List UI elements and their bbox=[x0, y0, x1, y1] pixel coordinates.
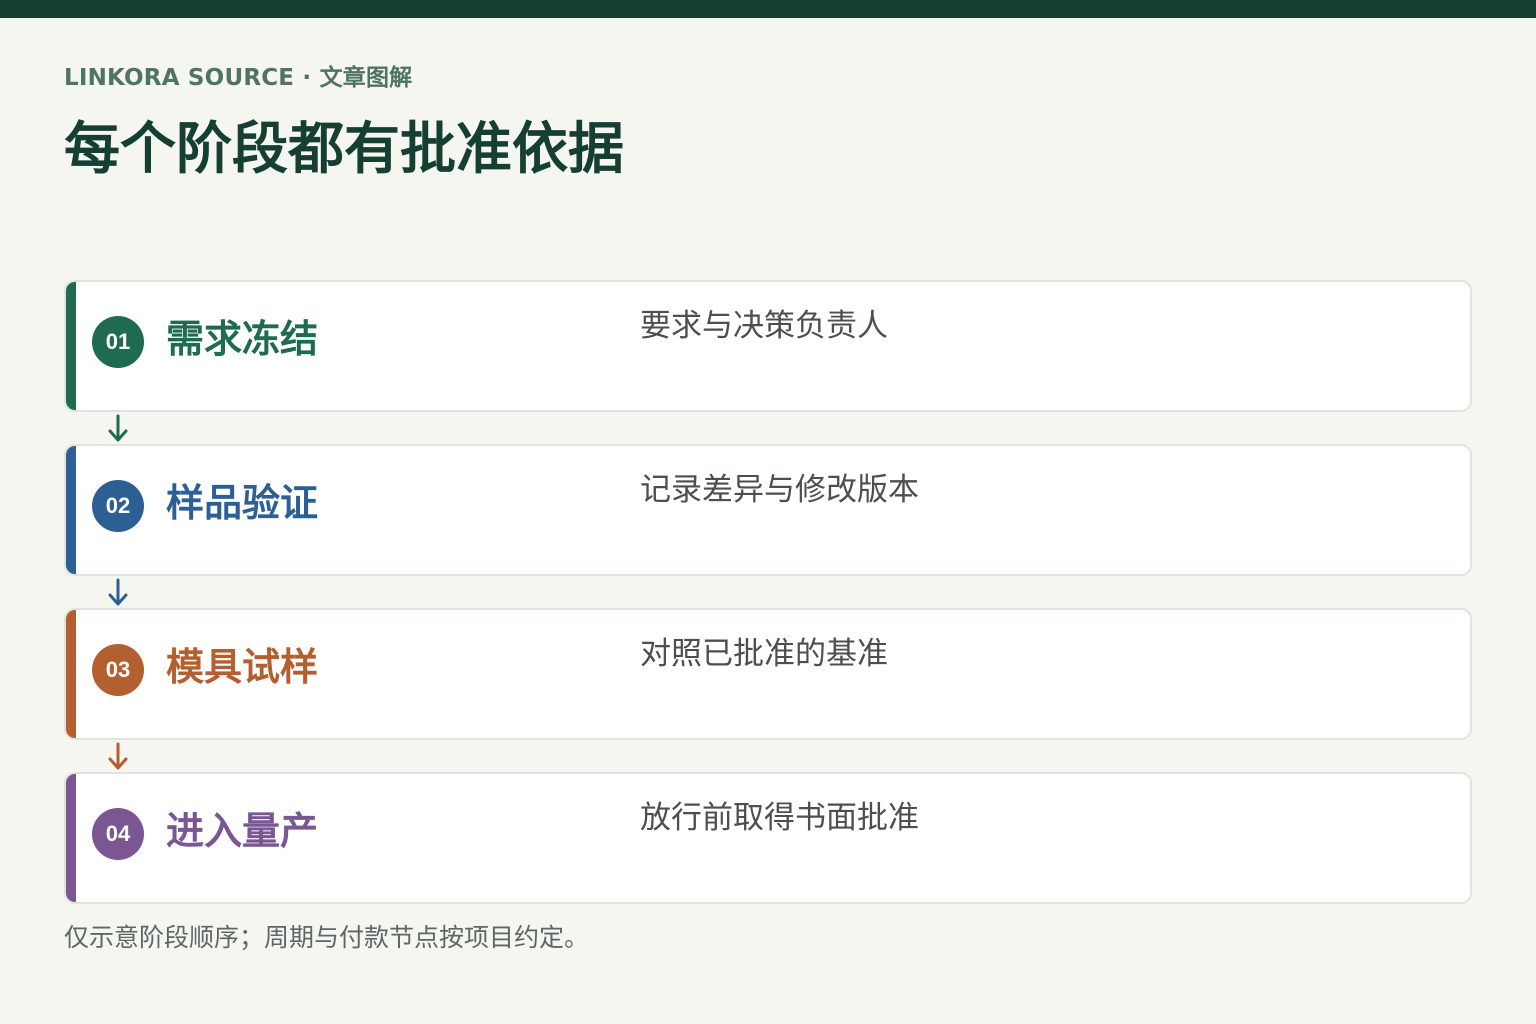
step-4-title: 进入量产 bbox=[166, 809, 319, 853]
step-3-number-badge: 03 bbox=[92, 644, 144, 696]
step-card-4: 04 进入量产 放行前取得书面批准 bbox=[64, 772, 1472, 904]
arrow-1-path bbox=[108, 414, 128, 442]
top-accent-bar bbox=[0, 0, 1536, 18]
arrow-3-path bbox=[108, 742, 128, 770]
arrow-2-path bbox=[108, 578, 128, 606]
step-3-accent bbox=[66, 610, 76, 738]
step-card-1: 01 需求冻结 要求与决策负责人 bbox=[64, 280, 1472, 412]
step-card-2: 02 样品验证 记录差异与修改版本 bbox=[64, 444, 1472, 576]
step-2-description: 记录差异与修改版本 bbox=[640, 472, 919, 508]
down-arrow-icon bbox=[108, 742, 128, 770]
step-2-accent bbox=[66, 446, 76, 574]
step-1-number-badge: 01 bbox=[92, 316, 144, 368]
page-title: 每个阶段都有批准依据 bbox=[64, 117, 624, 182]
step-1-title: 需求冻结 bbox=[166, 317, 319, 361]
step-1-description: 要求与决策负责人 bbox=[640, 308, 888, 344]
down-arrow-icon bbox=[108, 578, 128, 606]
step-card-3: 03 模具试样 对照已批准的基准 bbox=[64, 608, 1472, 740]
step-4-accent bbox=[66, 774, 76, 902]
step-2-title: 样品验证 bbox=[166, 481, 319, 525]
step-3-title: 模具试样 bbox=[166, 645, 319, 689]
step-1-accent bbox=[66, 282, 76, 410]
step-4-number-badge: 04 bbox=[92, 808, 144, 860]
down-arrow-icon bbox=[108, 414, 128, 442]
step-3-to-4-connector bbox=[64, 740, 1472, 772]
footnote: 仅示意阶段顺序；周期与付款节点按项目约定。 bbox=[64, 923, 590, 952]
step-3-description: 对照已批准的基准 bbox=[640, 636, 888, 672]
approval-flow: 01 需求冻结 要求与决策负责人 02 样品验证 记录差异与修改版本 03 模具… bbox=[64, 280, 1472, 904]
step-2-number-badge: 02 bbox=[92, 480, 144, 532]
step-4-description: 放行前取得书面批准 bbox=[640, 800, 919, 836]
step-2-to-3-connector bbox=[64, 576, 1472, 608]
eyebrow-label: LINKORA SOURCE · 文章图解 bbox=[64, 65, 413, 91]
step-1-to-2-connector bbox=[64, 412, 1472, 444]
